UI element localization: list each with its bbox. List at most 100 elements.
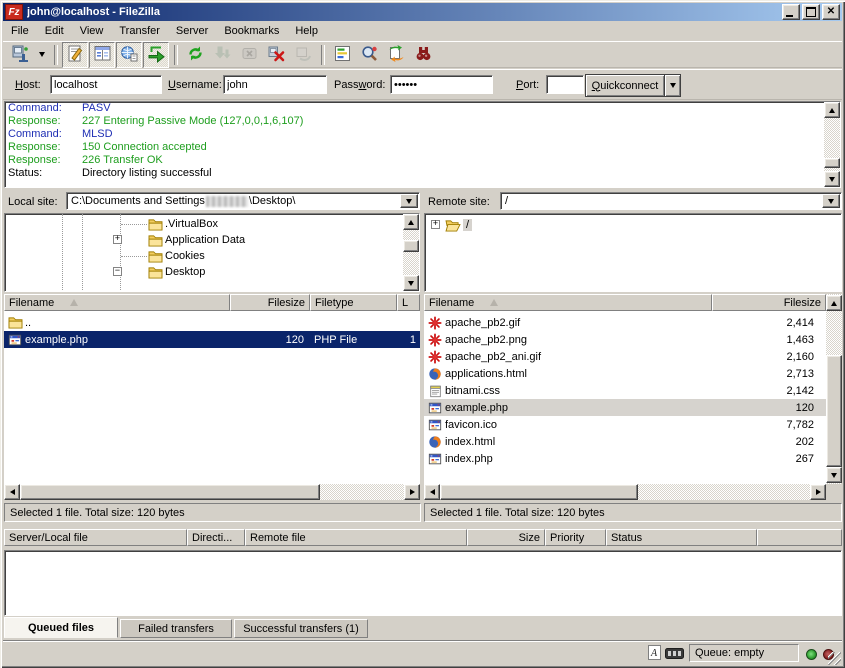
- file-row-index-html[interactable]: index.html202: [424, 433, 826, 450]
- file-row-applications-html[interactable]: applications.html2,713: [424, 365, 826, 382]
- remote-site-combobox[interactable]: /: [500, 192, 842, 210]
- log-scrollbar-up-button[interactable]: [824, 102, 840, 118]
- password-input[interactable]: [390, 75, 493, 94]
- site-manager-button[interactable]: [7, 42, 33, 68]
- file-row-favicon-ico[interactable]: favicon.ico7,782: [424, 416, 826, 433]
- column-header-directi[interactable]: Directi...: [187, 529, 245, 546]
- tree-item-application-data[interactable]: Application Data: [147, 232, 245, 248]
- remote-vscroll-thumb[interactable]: [826, 355, 842, 467]
- menu-view[interactable]: View: [72, 22, 112, 40]
- local-tree-scrollbar-up-button[interactable]: [403, 214, 419, 230]
- toggle-remote-tree-button[interactable]: [116, 42, 142, 68]
- local-site-dropdown-button[interactable]: [400, 194, 418, 208]
- local-hscroll-left-button[interactable]: [4, 484, 20, 500]
- file-row-example-php[interactable]: example.php120: [424, 399, 826, 416]
- tab-successful-transfers-1[interactable]: Successful transfers (1): [234, 619, 368, 638]
- log-line: Response:227 Entering Passive Mode (127,…: [5, 115, 840, 128]
- menu-help[interactable]: Help: [287, 22, 326, 40]
- remote-site-dropdown-button[interactable]: [822, 194, 840, 208]
- menu-transfer[interactable]: Transfer: [111, 22, 168, 40]
- remote-vertical-scrollbar[interactable]: [826, 294, 842, 484]
- toolbar: [3, 41, 842, 68]
- column-header-server-local-file[interactable]: Server/Local file: [4, 529, 187, 546]
- username-input[interactable]: [223, 75, 327, 94]
- site-manager-dropdown-button[interactable]: [34, 42, 49, 68]
- disconnect-button[interactable]: [263, 42, 289, 68]
- log-line-text: 227 Entering Passive Mode (127,0,0,1,6,1…: [82, 115, 303, 128]
- tree-item-root[interactable]: /: [445, 217, 472, 233]
- cell-filesize: 120: [712, 402, 820, 414]
- file-row-index-php[interactable]: index.php267: [424, 450, 826, 467]
- process-queue-button[interactable]: [209, 42, 235, 68]
- file-row-example-php[interactable]: example.php120PHP File1: [4, 331, 420, 348]
- menu-bookmarks[interactable]: Bookmarks: [216, 22, 287, 40]
- local-hscroll-thumb[interactable]: [20, 484, 320, 500]
- minimize-button[interactable]: [782, 4, 800, 20]
- quickconnect-dropdown-button[interactable]: [664, 74, 681, 97]
- collapse-icon[interactable]: −: [113, 267, 122, 276]
- file-row-blank[interactable]: ..: [4, 314, 420, 331]
- remote-vscroll-down-button[interactable]: [826, 467, 842, 483]
- local-tree-scrollbar-down-button[interactable]: [403, 275, 419, 291]
- column-header-priority[interactable]: Priority: [545, 529, 606, 546]
- column-header-filename[interactable]: Filename: [4, 294, 230, 311]
- column-header-l[interactable]: L: [397, 294, 420, 311]
- toggle-message-log-icon: [66, 44, 85, 66]
- cancel-operation-button[interactable]: [236, 42, 262, 68]
- log-scrollbar[interactable]: [824, 102, 840, 187]
- filename-filters-button[interactable]: [329, 42, 355, 68]
- resize-grip[interactable]: [828, 652, 841, 665]
- port-input[interactable]: [546, 75, 584, 94]
- directory-comparison-button[interactable]: [356, 42, 382, 68]
- expand-icon[interactable]: +: [431, 220, 440, 229]
- local-hscroll-right-button[interactable]: [404, 484, 420, 500]
- refresh-button[interactable]: [182, 42, 208, 68]
- file-row-apache-pb2-png[interactable]: apache_pb2.png1,463: [424, 331, 826, 348]
- tree-item-desktop[interactable]: Desktop: [147, 264, 205, 280]
- toggle-message-log-button[interactable]: [62, 42, 88, 68]
- remote-vscroll-up-button[interactable]: [826, 295, 842, 311]
- column-header-filesize[interactable]: Filesize: [230, 294, 310, 311]
- file-row-bitnami-css[interactable]: bitnami.css2,142: [424, 382, 826, 399]
- menu-server[interactable]: Server: [168, 22, 216, 40]
- remote-hscroll-thumb[interactable]: [440, 484, 638, 500]
- log-scrollbar-down-button[interactable]: [824, 171, 840, 187]
- find-files-button[interactable]: [410, 42, 436, 68]
- title-bar: Fz john@localhost - FileZilla ✕: [3, 3, 842, 21]
- quickconnect-button[interactable]: Quickconnect: [585, 74, 665, 97]
- log-scrollbar-thumb[interactable]: [824, 158, 840, 168]
- menu-file[interactable]: File: [3, 22, 37, 40]
- remote-hscroll-left-button[interactable]: [424, 484, 440, 500]
- local-horizontal-scrollbar[interactable]: [4, 484, 420, 500]
- expand-icon[interactable]: +: [113, 235, 122, 244]
- host-input[interactable]: [50, 75, 162, 94]
- tree-item-cookies[interactable]: Cookies: [147, 248, 205, 264]
- sort-ascending-icon: [490, 299, 498, 306]
- maximize-button[interactable]: [802, 4, 820, 20]
- speed-limits-icon[interactable]: [665, 648, 684, 662]
- local-tree-scrollbar[interactable]: [403, 214, 419, 291]
- column-header-filesize[interactable]: Filesize: [712, 294, 826, 311]
- file-row-apache-pb2-ani-gif[interactable]: apache_pb2_ani.gif2,160: [424, 348, 826, 365]
- column-header-remote-file[interactable]: Remote file: [245, 529, 467, 546]
- reconnect-button[interactable]: [290, 42, 316, 68]
- file-row-apache-pb2-gif[interactable]: apache_pb2.gif2,414: [424, 314, 826, 331]
- toggle-transfer-queue-button[interactable]: [143, 42, 169, 68]
- column-header-filetype[interactable]: Filetype: [310, 294, 397, 311]
- menu-edit[interactable]: Edit: [37, 22, 72, 40]
- toggle-local-tree-button[interactable]: [89, 42, 115, 68]
- local-site-combobox[interactable]: C:\Documents and Settings\Desktop\: [66, 192, 420, 210]
- tab-queued-files[interactable]: Queued files: [4, 617, 118, 638]
- column-header-size[interactable]: Size: [467, 529, 545, 546]
- close-button[interactable]: ✕: [822, 4, 840, 20]
- transfer-queue-header: Server/Local fileDirecti...Remote fileSi…: [4, 529, 842, 551]
- column-header-blank[interactable]: [757, 529, 842, 546]
- remote-horizontal-scrollbar[interactable]: [424, 484, 826, 500]
- column-header-status[interactable]: Status: [606, 529, 757, 546]
- tree-item-virtualbox[interactable]: .VirtualBox: [147, 216, 218, 232]
- synchronized-browsing-button[interactable]: [383, 42, 409, 68]
- column-header-filename[interactable]: Filename: [424, 294, 712, 311]
- remote-hscroll-right-button[interactable]: [810, 484, 826, 500]
- local-tree-scrollbar-thumb[interactable]: [403, 240, 419, 252]
- tab-failed-transfers[interactable]: Failed transfers: [120, 619, 232, 638]
